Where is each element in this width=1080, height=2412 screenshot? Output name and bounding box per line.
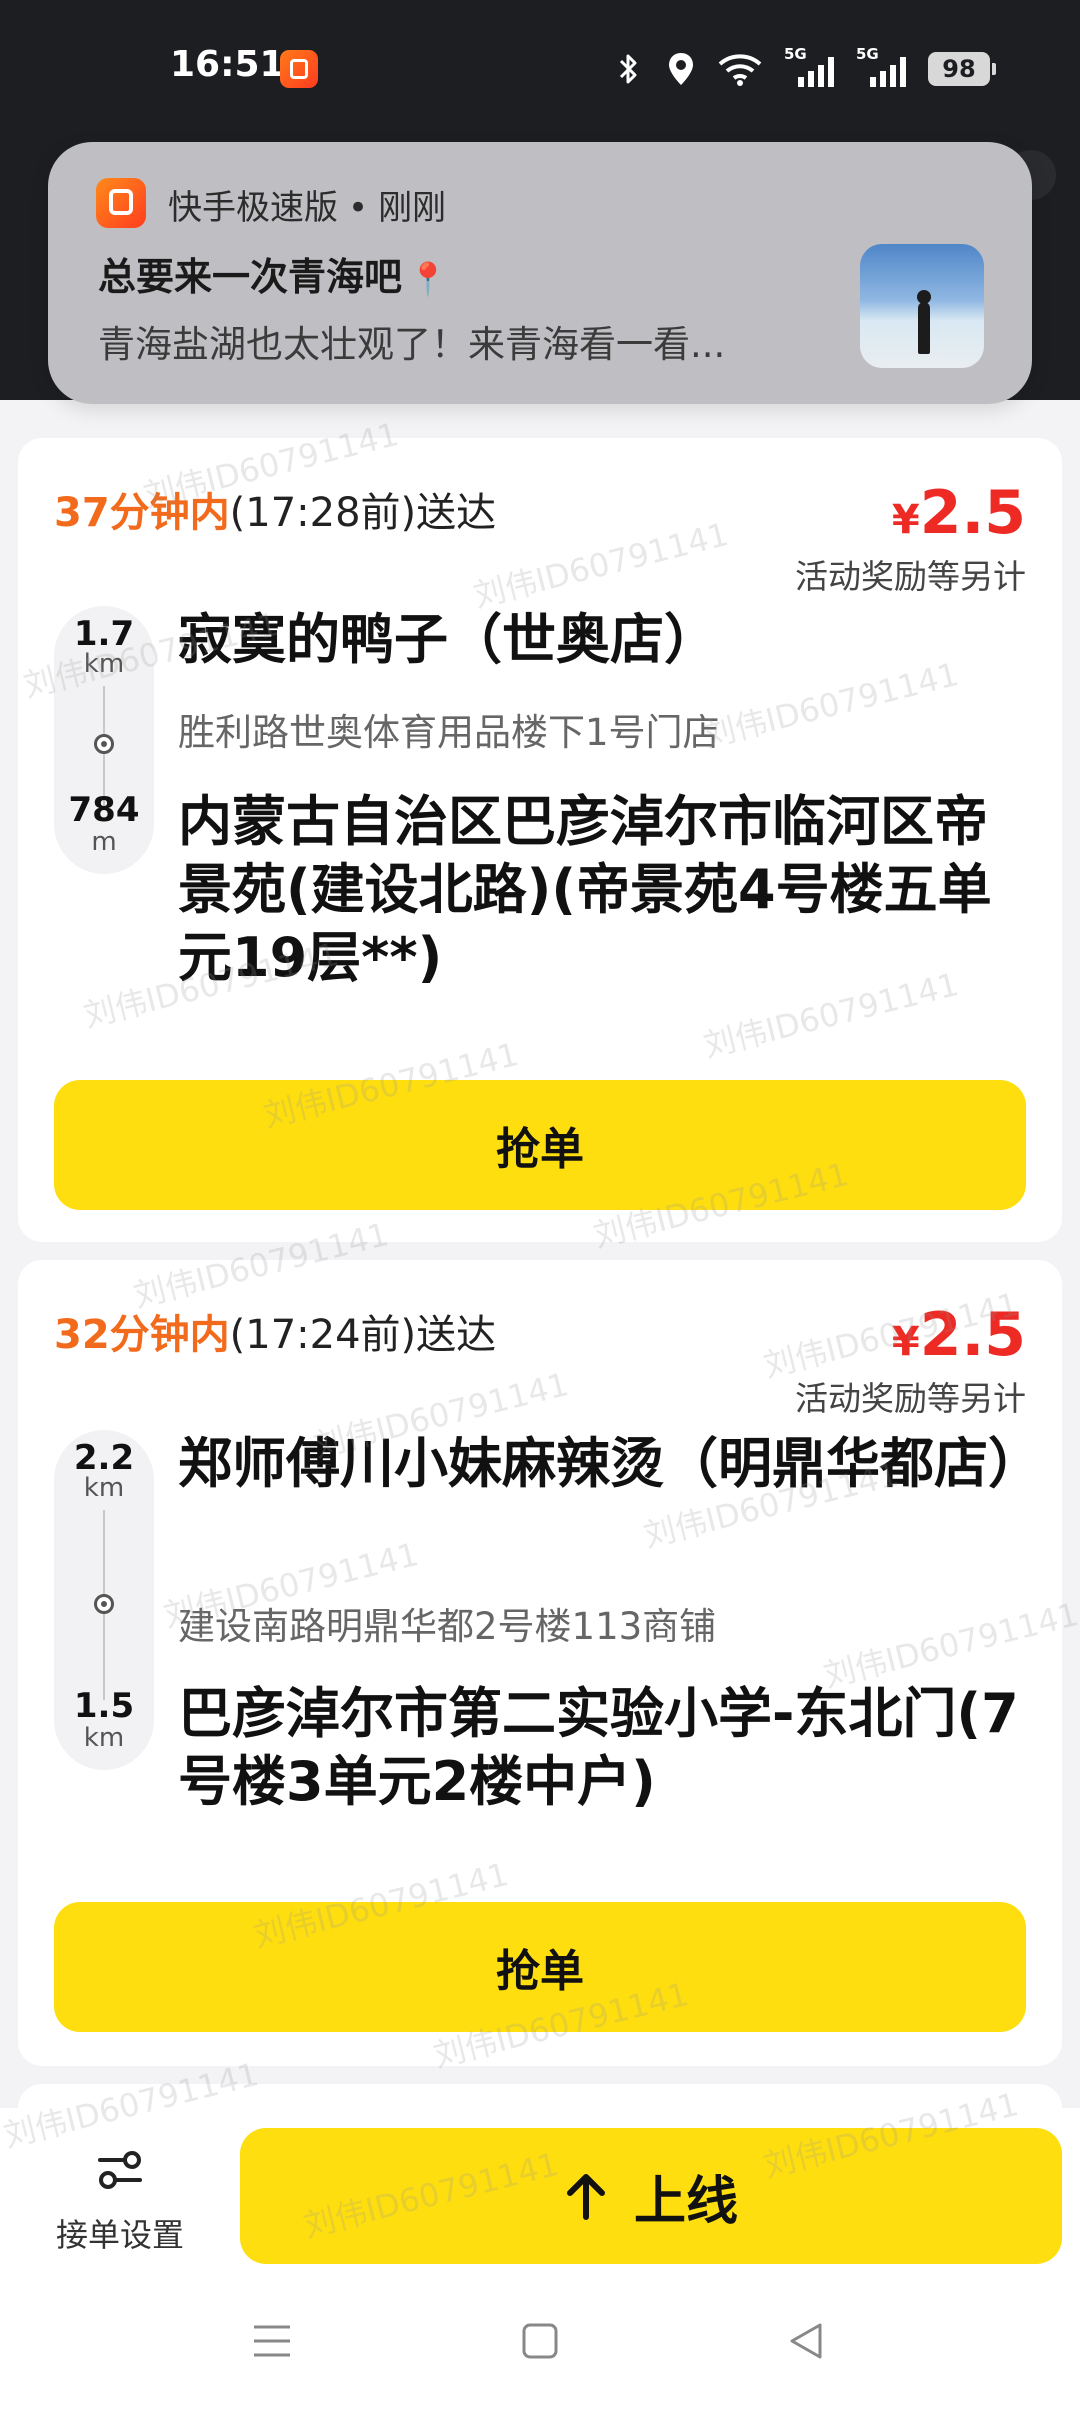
grab-order-button[interactable]: 抢单 bbox=[54, 1902, 1026, 2032]
distance-column: 1.7 km 784 m bbox=[54, 606, 154, 874]
kuaishou-app-icon bbox=[96, 178, 146, 228]
signal-5g-icon: 5G bbox=[784, 45, 834, 89]
distance-column: 2.2 km 1.5 km bbox=[54, 1430, 154, 1770]
status-icons: 5G 5G 98 bbox=[614, 45, 996, 92]
delivery-minutes: 37分钟内 bbox=[54, 490, 230, 536]
order-card: 37分钟内(17:28前)送达 ¥2.5 活动奖励等另计 1.7 km 784 … bbox=[18, 438, 1062, 1242]
drop-distance-unit: m bbox=[91, 827, 117, 857]
recent-apps-icon[interactable] bbox=[242, 2314, 302, 2368]
notification-time: 刚刚 bbox=[378, 188, 447, 228]
pickup-distance: 2.2 bbox=[73, 1438, 135, 1478]
delivery-time: (17:24前)送达 bbox=[229, 1312, 497, 1358]
status-time: 16:51 bbox=[170, 44, 285, 85]
notification-separator: • bbox=[348, 188, 369, 228]
location-icon bbox=[666, 50, 696, 88]
back-icon[interactable] bbox=[776, 2314, 836, 2368]
shop-address: 胜利路世奥体育用品楼下1号门店 bbox=[178, 711, 720, 754]
notification-header: 快手极速版 • 刚刚 bbox=[168, 180, 446, 229]
bonus-note: 活动奖励等另计 bbox=[795, 1379, 1026, 1418]
order-price: ¥2.5 bbox=[891, 1300, 1026, 1370]
route-dot-icon bbox=[94, 1594, 114, 1614]
order-card: 32分钟内(17:24前)送达 ¥2.5 活动奖励等另计 2.2 km 1.5 … bbox=[18, 1260, 1062, 2066]
drop-distance: 1.5 bbox=[73, 1686, 135, 1726]
shop-name: 寂寞的鸭子（世奥店） bbox=[178, 608, 718, 671]
delivery-destination: 内蒙古自治区巴彦淖尔市临河区帝景苑(建设北路)(帝景苑4号楼五单元19层**) bbox=[178, 790, 992, 989]
pin-icon: 📍 bbox=[408, 260, 448, 298]
order-price: ¥2.5 bbox=[891, 478, 1026, 548]
system-nav-bar bbox=[0, 2270, 1080, 2412]
order-settings-button[interactable]: 接单设置 bbox=[40, 2140, 200, 2260]
notification-thumbnail bbox=[860, 244, 984, 368]
go-online-button[interactable]: 上线 bbox=[240, 2128, 1062, 2264]
grab-order-button[interactable]: 抢单 bbox=[54, 1080, 1026, 1210]
drop-distance-unit: km bbox=[83, 1723, 125, 1753]
route-dot-icon bbox=[94, 734, 114, 754]
pickup-distance-unit: km bbox=[83, 1473, 125, 1503]
shop-name: 郑师傅川小妹麻辣烫（明鼎华都店） bbox=[178, 1432, 1042, 1495]
delivery-time: (17:28前)送达 bbox=[229, 490, 497, 536]
order-settings-label: 接单设置 bbox=[55, 2216, 184, 2254]
arrow-up-icon bbox=[564, 2171, 608, 2221]
delivery-destination: 巴彦淖尔市第二实验小学-东北门(7号楼3单元2楼中户) bbox=[178, 1682, 1019, 1813]
signal-5g-icon: 5G bbox=[856, 45, 906, 89]
notification-banner[interactable]: 快手极速版 • 刚刚 总要来一次青海吧 📍 青海盐湖也太壮观了！来青海看一看... bbox=[48, 142, 1032, 404]
sliders-icon bbox=[96, 2148, 144, 2192]
notification-app-name: 快手极速版 bbox=[168, 188, 338, 228]
pickup-distance-unit: km bbox=[83, 649, 125, 679]
drop-distance: 784 bbox=[68, 790, 140, 830]
go-online-label: 上线 bbox=[633, 2171, 738, 2232]
pickup-distance: 1.7 bbox=[73, 614, 135, 654]
delivery-deadline: 32分钟内(17:24前)送达 bbox=[54, 1302, 496, 1360]
notification-body: 青海盐湖也太壮观了！来青海看一看... bbox=[98, 323, 726, 366]
wifi-icon bbox=[718, 50, 762, 88]
bonus-note: 活动奖励等另计 bbox=[795, 557, 1026, 596]
shop-address: 建设南路明鼎华都2号楼113商铺 bbox=[178, 1605, 717, 1648]
notification-title: 总要来一次青海吧 📍 bbox=[98, 255, 448, 299]
delivery-minutes: 32分钟内 bbox=[54, 1312, 230, 1358]
delivery-deadline: 37分钟内(17:28前)送达 bbox=[54, 480, 496, 538]
home-icon[interactable] bbox=[510, 2314, 570, 2368]
app-notification-icon bbox=[280, 50, 318, 88]
bluetooth-icon bbox=[614, 50, 644, 88]
battery-icon: 98 bbox=[928, 52, 996, 86]
